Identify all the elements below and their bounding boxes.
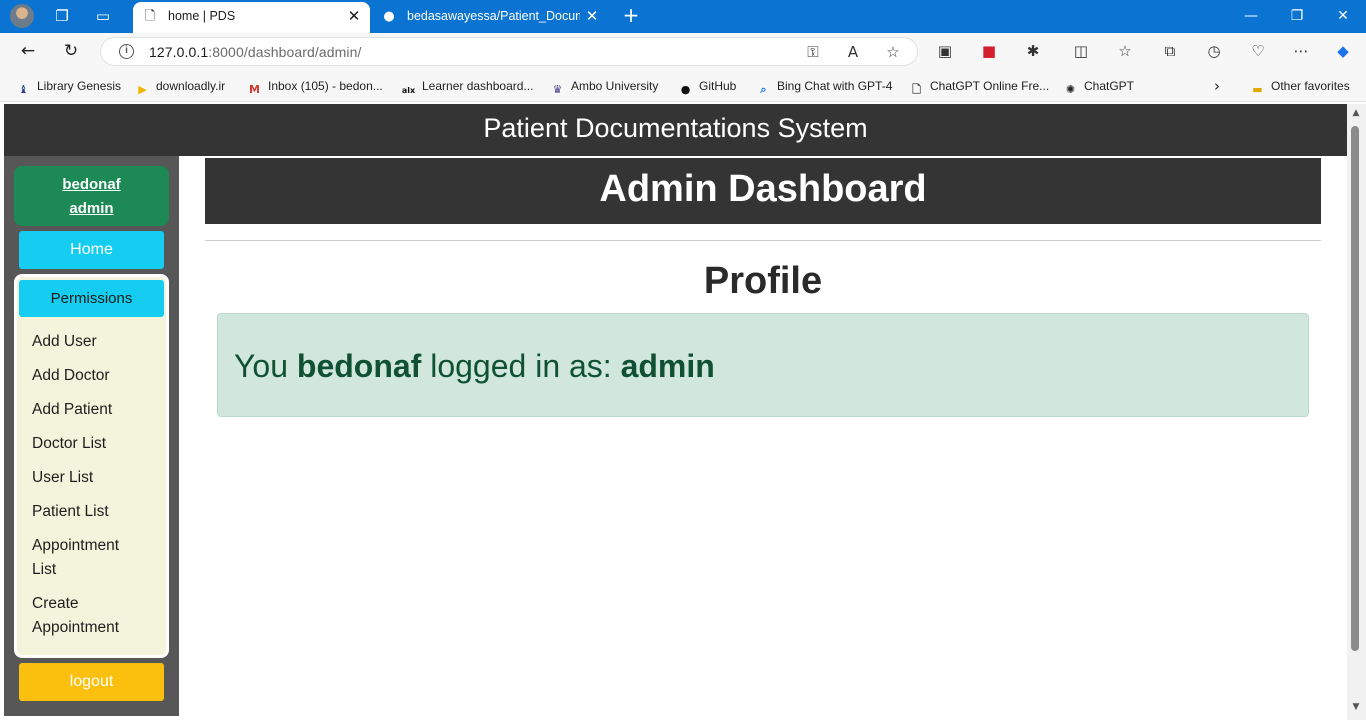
library-genesis-icon: ♝	[18, 83, 29, 96]
more-menu-icon[interactable]: ⋯	[1289, 40, 1313, 62]
downloadly-icon: ▶	[138, 83, 147, 96]
split-screen-icon[interactable]: ◫	[1069, 40, 1093, 62]
minimize-icon[interactable]: —	[1238, 3, 1264, 29]
profile-avatar[interactable]	[10, 4, 34, 28]
refresh-icon[interactable]: ↻	[58, 39, 84, 63]
divider	[205, 240, 1321, 241]
sidebar-item-add-user[interactable]: Add User	[32, 330, 162, 354]
bookmarks-bar: ♝ Library Genesis ▶ downloadly.ir M Inbox (…	[0, 69, 1366, 102]
read-aloud-icon[interactable]: A	[841, 41, 865, 63]
extensions-icon[interactable]: ✱	[1021, 40, 1045, 62]
other-favorites-folder[interactable]: ▬ Other favorites	[1250, 77, 1349, 96]
site-info-icon[interactable]: i	[119, 44, 134, 59]
scroll-up-icon[interactable]: ▲	[1350, 108, 1362, 118]
browser-essentials-icon[interactable]: ♡	[1246, 40, 1270, 62]
permissions-button[interactable]: Permissions	[19, 280, 164, 317]
sidebar-item-create-appointment[interactable]: Create Appointment	[32, 592, 142, 640]
bookmark-item[interactable]: ♝ Library Genesis	[16, 77, 121, 96]
sidebar-item-user-list[interactable]: User List	[32, 466, 162, 490]
main-content: Admin Dashboard Profile You bedonaf logg…	[179, 156, 1347, 716]
scroll-thumb[interactable]	[1351, 126, 1359, 651]
new-tab-icon[interactable]: +	[620, 4, 642, 26]
history-icon[interactable]: ◷	[1202, 40, 1226, 62]
tab-title: bedasawayessa/Patient_Documentations	[407, 9, 580, 23]
ambo-university-icon: ♛	[552, 83, 563, 96]
dashboard-title: Admin Dashboard	[205, 158, 1321, 224]
alx-icon: alx	[401, 86, 416, 95]
tab-actions-icon[interactable]: ▭	[91, 5, 115, 27]
url-text[interactable]: 127.0.0.1:8000/dashboard/admin/	[149, 44, 362, 60]
bookmark-item[interactable]: M Inbox (105) - bedon...	[247, 77, 383, 96]
chevron-right-icon[interactable]: ›	[1214, 77, 1220, 95]
user-card-link[interactable]: bedonaf admin	[14, 166, 169, 226]
copilot-icon[interactable]: ◆	[1331, 40, 1355, 62]
scroll-down-icon[interactable]: ▼	[1350, 702, 1362, 712]
browser-tab-bar: ❐ ▭ 🗋 home | PDS ✕ ● bedasawayessa/Patie…	[0, 0, 1366, 33]
restore-icon[interactable]: ❐	[1284, 3, 1310, 29]
close-window-icon[interactable]: ✕	[1330, 3, 1356, 29]
search-icon: ⌕	[760, 83, 767, 96]
address-bar-row: ← ↻ i 127.0.0.1:8000/dashboard/admin/ ⚿ …	[0, 33, 1366, 69]
key-icon[interactable]: ⚿	[801, 41, 825, 63]
sidebar-item-doctor-list[interactable]: Doctor List	[32, 432, 162, 456]
github-icon: ●	[680, 83, 691, 96]
bookmark-item[interactable]: ● GitHub	[678, 77, 737, 96]
screencast-icon[interactable]: ▣	[933, 40, 957, 62]
tab-home-pds[interactable]: 🗋 home | PDS ✕	[133, 2, 370, 33]
folder-icon: ▬	[1252, 83, 1263, 96]
logout-button[interactable]: logout	[19, 663, 164, 701]
bookmark-item[interactable]: 🗋 ChatGPT Online Fre...	[909, 77, 1049, 96]
gmail-icon: M	[249, 83, 260, 96]
back-icon[interactable]: ←	[15, 39, 41, 63]
login-status-message: You bedonaf logged in as: admin	[234, 348, 715, 384]
address-bar[interactable]: i 127.0.0.1:8000/dashboard/admin/ ⚿ A ☆	[100, 37, 918, 66]
page-icon: 🗋	[144, 9, 156, 24]
home-button[interactable]: Home	[19, 231, 164, 269]
sidebar-username[interactable]: bedonaf	[14, 173, 169, 197]
collections-icon[interactable]: ⧉	[1158, 40, 1182, 62]
bookmark-item[interactable]: ⌕ Bing Chat with GPT-4	[756, 77, 892, 96]
bookmark-item[interactable]: alx Learner dashboard...	[401, 77, 534, 95]
sidebar: bedonaf admin Home Permissions Add User …	[4, 156, 179, 716]
sidebar-item-add-patient[interactable]: Add Patient	[32, 398, 162, 422]
login-status-alert: You bedonaf logged in as: admin	[217, 313, 1309, 417]
sidebar-item-patient-list[interactable]: Patient List	[32, 500, 162, 524]
web-page: Patient Documentations System bedonaf ad…	[4, 104, 1347, 716]
close-tab-icon[interactable]: ✕	[346, 2, 362, 31]
sidebar-role[interactable]: admin	[14, 197, 169, 221]
close-tab-icon[interactable]: ✕	[584, 2, 600, 31]
github-icon: ●	[383, 9, 395, 24]
bookmark-item[interactable]: ♛ Ambo University	[550, 77, 659, 96]
bookmark-item[interactable]: ✺ ChatGPT	[1063, 77, 1134, 96]
sidebar-item-appointment-list[interactable]: Appointment List	[32, 534, 142, 582]
page-icon: 🗋	[912, 83, 921, 96]
favorite-star-icon[interactable]: ☆	[881, 41, 905, 63]
tab-title: home | PDS	[168, 9, 236, 23]
sidebar-item-add-doctor[interactable]: Add Doctor	[32, 364, 162, 388]
chatgpt-icon: ✺	[1065, 83, 1076, 96]
tab-github[interactable]: ● bedasawayessa/Patient_Documentations ✕	[372, 2, 608, 33]
alert-username: bedonaf	[296, 348, 422, 384]
bookmark-item[interactable]: ▶ downloadly.ir	[135, 77, 225, 96]
workspaces-icon[interactable]: ❐	[50, 5, 74, 27]
alert-role: admin	[620, 348, 715, 384]
extension-mega-icon[interactable]: ■	[977, 40, 1001, 62]
page-scrollbar[interactable]: ▲ ▼	[1347, 104, 1366, 720]
permissions-panel: Permissions Add User Add Doctor Add Pati…	[14, 274, 169, 658]
profile-heading: Profile	[703, 260, 823, 302]
site-title: Patient Documentations System	[4, 104, 1347, 156]
favorites-icon[interactable]: ☆	[1113, 40, 1137, 62]
